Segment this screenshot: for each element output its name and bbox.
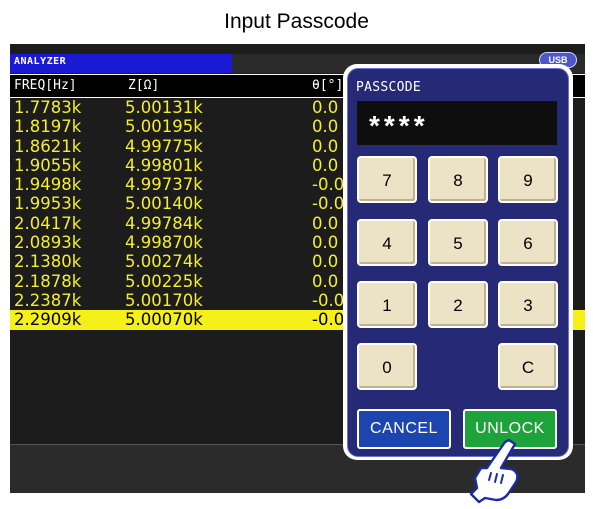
passcode-label: PASSCODE <box>356 80 422 95</box>
z-cell: 4.99775k <box>125 136 203 156</box>
analyzer-tab[interactable]: ANALYZER <box>10 54 232 73</box>
freq-cell: 1.7783k <box>14 98 82 117</box>
analyzer-label: ANALYZER <box>14 56 67 67</box>
pointing-hand-icon <box>469 438 519 504</box>
z-cell: 5.00140k <box>125 194 203 214</box>
freq-cell: 1.9055k <box>14 155 82 175</box>
freq-cell: 2.0893k <box>14 233 82 253</box>
z-cell: 5.00225k <box>125 271 203 291</box>
z-cell: 5.00070k <box>125 310 203 330</box>
dialog-title: Input Passcode <box>224 10 369 33</box>
theta-cell: 0.0 <box>312 117 339 137</box>
theta-cell: -0.0 <box>312 290 345 310</box>
key-3[interactable]: 3 <box>498 281 558 328</box>
z-cell: 5.00170k <box>125 290 203 310</box>
freq-cell: 2.1878k <box>14 271 82 291</box>
key-9[interactable]: 9 <box>498 156 558 203</box>
key-8[interactable]: 8 <box>428 156 488 203</box>
theta-cell: 0.0 <box>312 155 339 175</box>
z-cell: 4.99870k <box>125 233 203 253</box>
cancel-button[interactable]: CANCEL <box>357 409 451 449</box>
theta-cell: 0.0 <box>312 136 339 156</box>
z-cell: 5.00195k <box>125 117 203 137</box>
freq-cell: 1.8197k <box>14 117 82 137</box>
freq-cell: 2.0417k <box>14 213 82 233</box>
freq-cell: 2.2909k <box>14 310 82 330</box>
theta-cell: 0.0 <box>312 98 339 117</box>
z-cell: 4.99801k <box>125 155 203 175</box>
key-clear[interactable]: C <box>498 343 558 390</box>
freq-cell: 1.8621k <box>14 136 82 156</box>
theta-cell: 0.0 <box>312 252 339 272</box>
key-0[interactable]: 0 <box>357 343 417 390</box>
passcode-display: **** <box>357 101 557 145</box>
column-freq: FREQ[Hz] <box>14 78 77 93</box>
freq-cell: 1.9953k <box>14 194 82 214</box>
key-1[interactable]: 1 <box>357 281 417 328</box>
theta-cell: 0.0 <box>312 233 339 253</box>
key-2[interactable]: 2 <box>428 281 488 328</box>
theta-cell: -0.0 <box>312 175 345 195</box>
column-theta: θ[°] <box>312 78 344 93</box>
key-7[interactable]: 7 <box>357 156 417 203</box>
freq-cell: 1.9498k <box>14 175 82 195</box>
freq-cell: 2.2387k <box>14 290 82 310</box>
key-6[interactable]: 6 <box>498 219 558 266</box>
z-cell: 4.99737k <box>125 175 203 195</box>
key-4[interactable]: 4 <box>357 219 417 266</box>
z-cell: 5.00274k <box>125 252 203 272</box>
passcode-panel: PASSCODE **** 7 8 9 4 5 6 1 2 3 0 C CANC… <box>347 68 569 457</box>
column-z: Z[Ω] <box>128 78 160 93</box>
theta-cell: -0.0 <box>312 310 345 330</box>
theta-cell: 0.0 <box>312 271 339 291</box>
z-cell: 5.00131k <box>125 98 203 117</box>
theta-cell: 0.0 <box>312 213 339 233</box>
freq-cell: 2.1380k <box>14 252 82 272</box>
theta-cell: -0.0 <box>312 194 345 214</box>
key-5[interactable]: 5 <box>428 219 488 266</box>
z-cell: 4.99784k <box>125 213 203 233</box>
passcode-dialog: PASSCODE **** 7 8 9 4 5 6 1 2 3 0 C CANC… <box>343 64 573 460</box>
